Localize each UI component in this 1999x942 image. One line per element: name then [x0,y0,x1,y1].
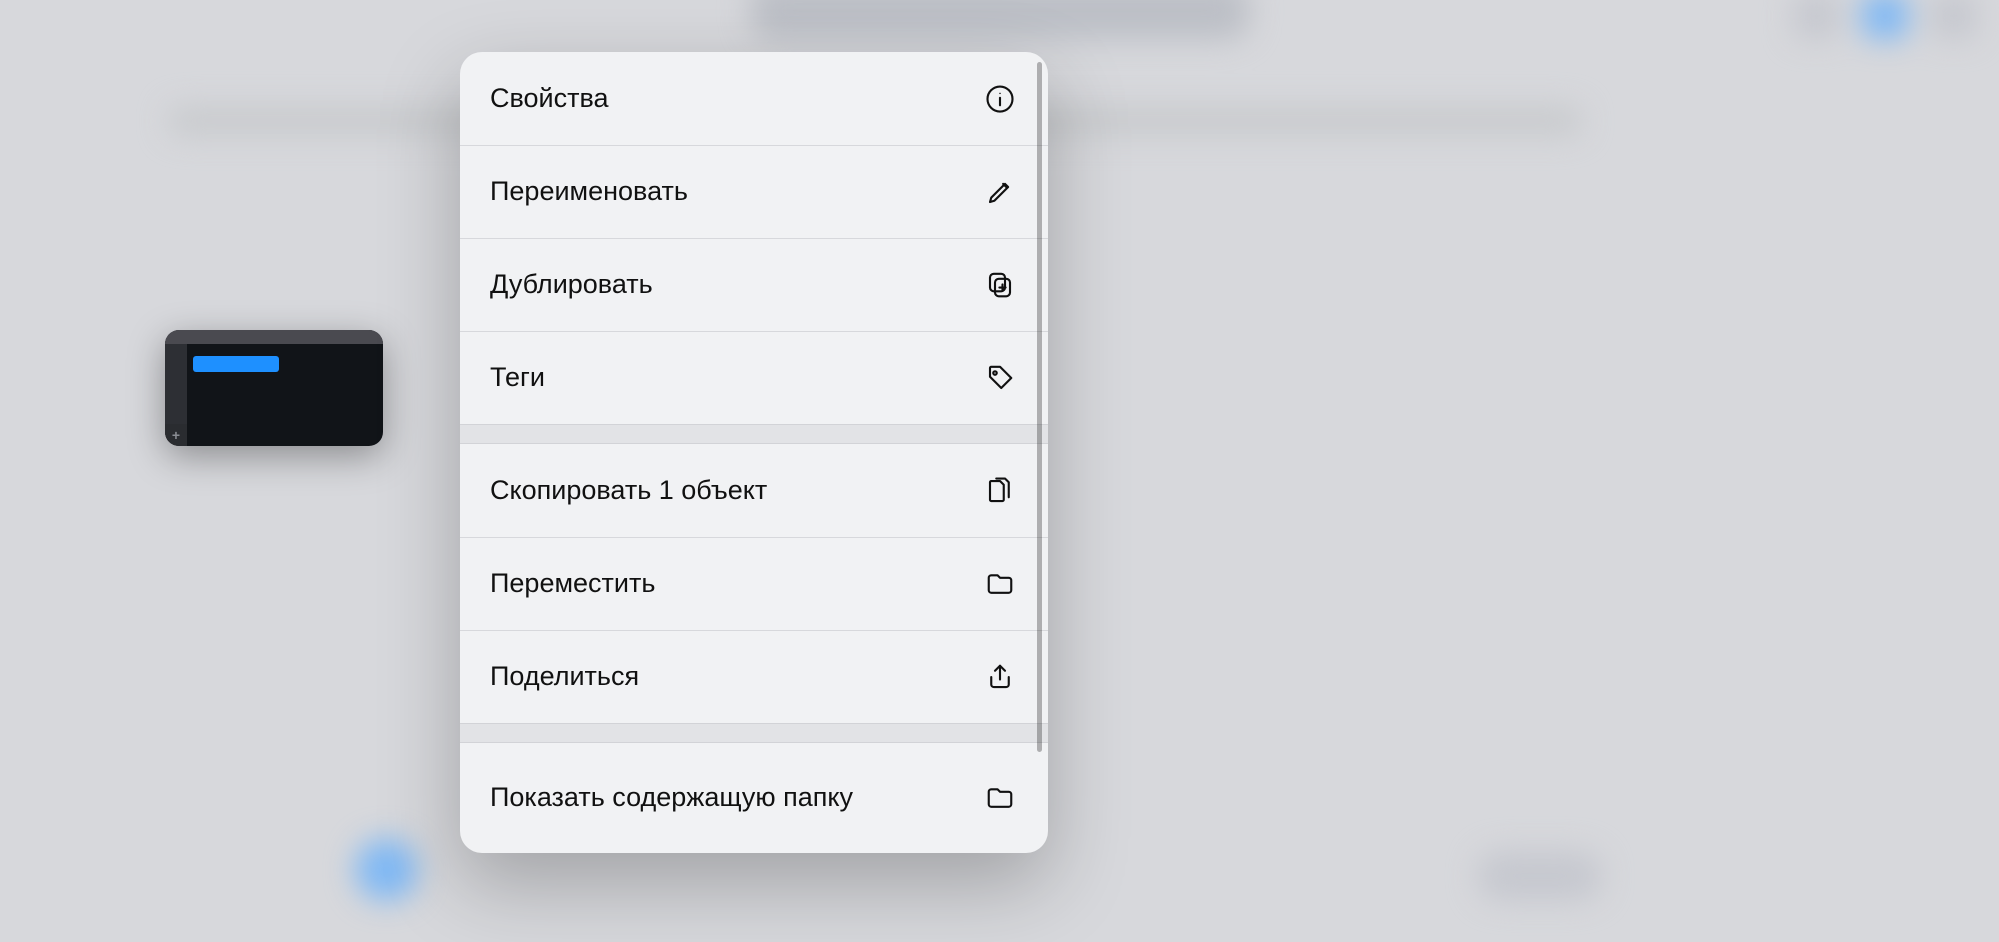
thumbnail-plus-icon: + [165,424,187,446]
menu-group: Показать содержащую папку [460,743,1048,853]
menu-item-label: Переименовать [490,175,706,209]
selected-file-thumbnail[interactable]: + [165,330,383,446]
folder-icon [984,568,1016,600]
menu-separator [460,723,1048,743]
menu-group: Скопировать 1 объект Переместить Поделит… [460,444,1048,723]
pencil-icon [984,176,1016,208]
menu-item-label: Свойства [490,82,627,116]
menu-item-label: Теги [490,361,563,395]
tag-icon [984,362,1016,394]
context-menu: Свойства Переименовать Дублировать Теги [460,52,1048,853]
menu-item-rename[interactable]: Переименовать [460,145,1048,238]
two-pages-icon [984,475,1016,507]
menu-separator [460,424,1048,444]
info-icon [984,83,1016,115]
menu-item-tags[interactable]: Теги [460,331,1048,424]
menu-item-share[interactable]: Поделиться [460,630,1048,723]
menu-scrollbar[interactable] [1037,62,1042,752]
menu-item-duplicate[interactable]: Дублировать [460,238,1048,331]
share-icon [984,661,1016,693]
menu-item-label: Переместить [490,567,673,601]
menu-item-info[interactable]: Свойства [460,52,1048,145]
menu-item-move[interactable]: Переместить [460,537,1048,630]
menu-item-copy-one[interactable]: Скопировать 1 объект [460,444,1048,537]
menu-item-label: Показать содержащую папку [490,781,871,815]
menu-group: Свойства Переименовать Дублировать Теги [460,52,1048,424]
copy-plus-icon [984,269,1016,301]
menu-item-label: Дублировать [490,268,671,302]
menu-item-label: Поделиться [490,660,657,694]
folder-icon [984,782,1016,814]
menu-item-label: Скопировать 1 объект [490,474,785,508]
menu-item-reveal-folder[interactable]: Показать содержащую папку [460,743,1048,853]
